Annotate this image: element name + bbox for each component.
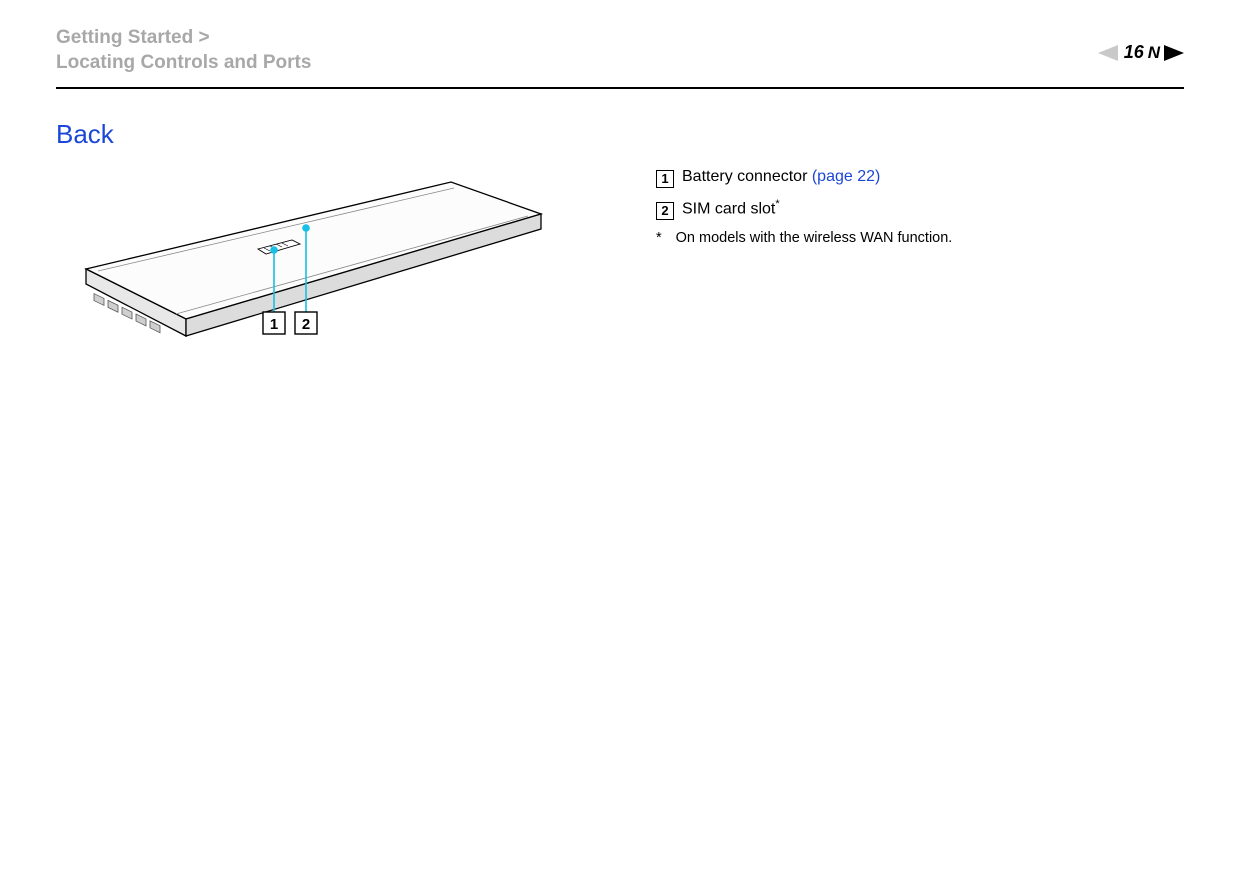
section-title: Back (56, 119, 596, 150)
footnote: * On models with the wireless WAN functi… (656, 226, 1184, 251)
page-nav: 16 N (1098, 42, 1184, 63)
page-number: 16 (1124, 42, 1144, 63)
legend-sup-2: * (775, 198, 779, 210)
legend-item-1: 1 Battery connector (page 22) (656, 163, 1184, 190)
diagram-callout-1: 1 (270, 316, 278, 333)
legend-column: 1 Battery connector (page 22) 2 SIM card… (656, 119, 1184, 374)
prev-page-arrow-icon[interactable] (1098, 45, 1118, 61)
breadcrumb-separator: > (199, 27, 210, 48)
diagram-callout-2: 2 (302, 316, 310, 333)
breadcrumb: Getting Started > (56, 26, 1184, 51)
next-page-arrow-icon[interactable] (1164, 45, 1184, 61)
footnote-text: On models with the wireless WAN function… (676, 226, 953, 251)
device-back-diagram: 1 2 (56, 174, 576, 374)
legend-item-2: 2 SIM card slot* (656, 195, 1184, 223)
legend-num-1: 1 (656, 170, 674, 188)
legend-num-2: 2 (656, 202, 674, 220)
breadcrumb-subtitle: Locating Controls and Ports (56, 51, 1184, 76)
footnote-mark: * (656, 226, 662, 251)
n-letter: N (1148, 43, 1160, 63)
content-area: Back (0, 89, 1240, 374)
legend-text-1: Battery connector (page 22) (682, 163, 880, 190)
left-column: Back (56, 119, 596, 374)
legend-text-2: SIM card slot* (682, 195, 780, 223)
breadcrumb-section: Getting Started (56, 27, 193, 48)
page-header: Getting Started > Locating Controls and … (0, 0, 1240, 87)
legend-label-2: SIM card slot (682, 200, 775, 217)
page-link-22[interactable]: (page 22) (812, 168, 881, 185)
legend-label-1: Battery connector (682, 168, 812, 185)
